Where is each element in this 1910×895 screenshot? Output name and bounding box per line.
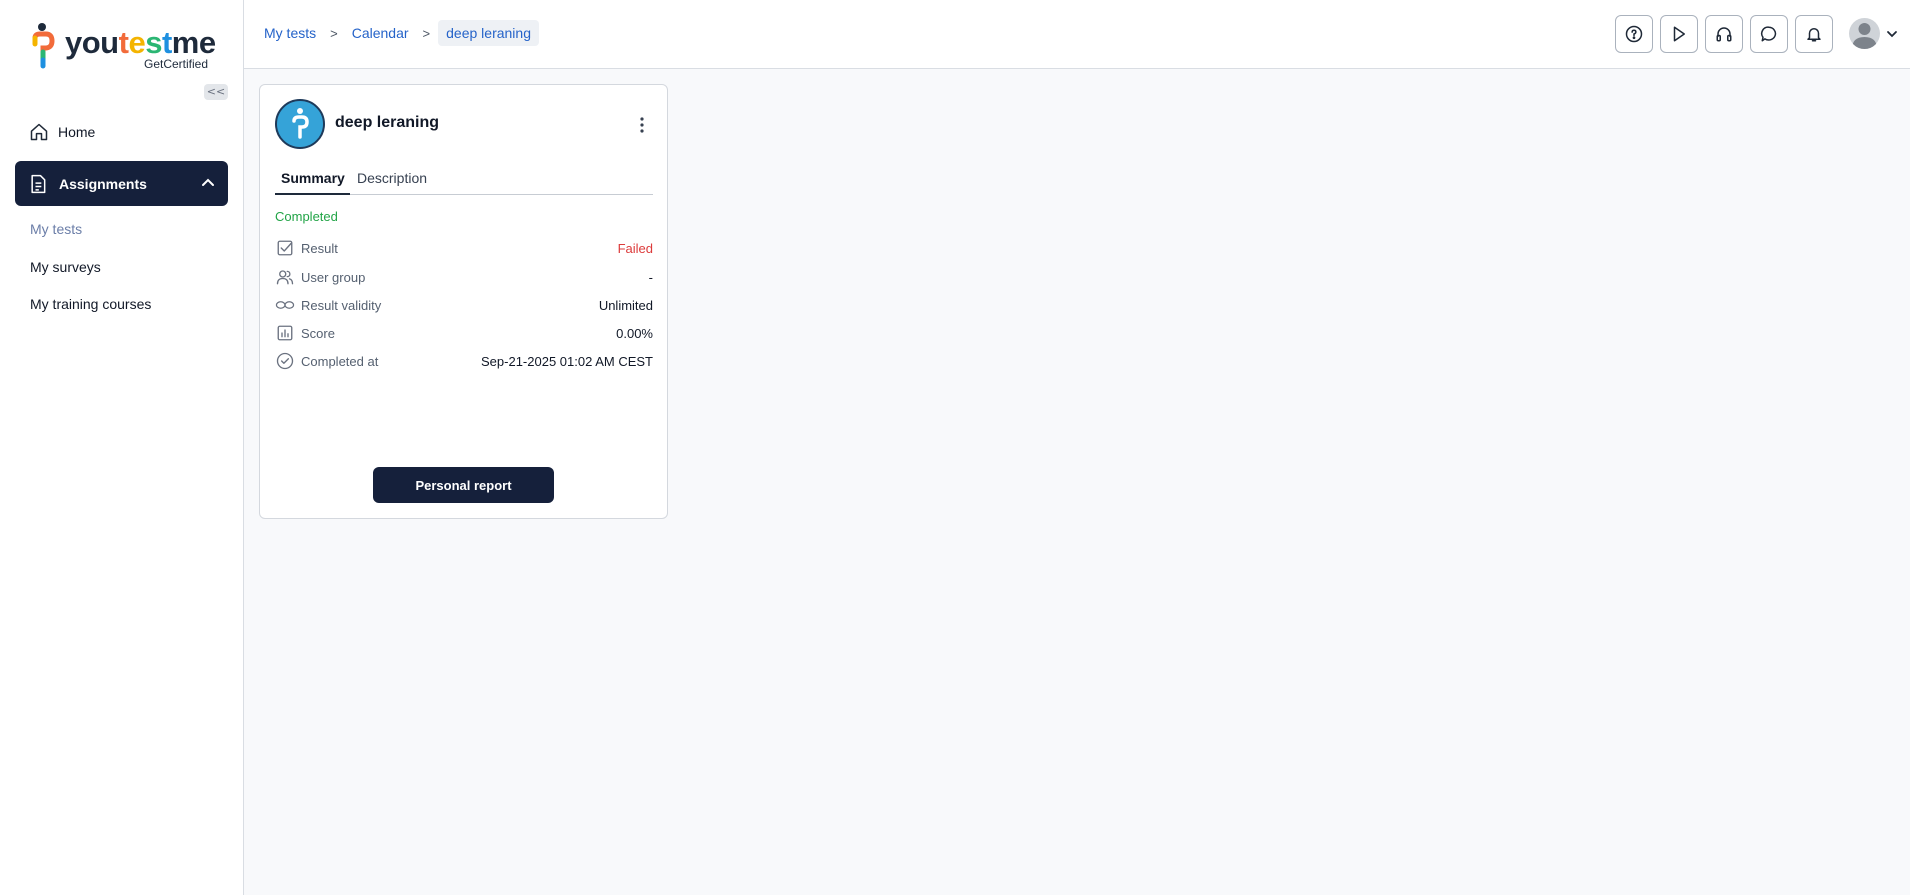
chevron-up-icon[interactable]	[200, 175, 216, 191]
info-key: Completed at	[301, 353, 379, 369]
logo-part-you: you	[65, 25, 119, 60]
avatar[interactable]	[1849, 18, 1880, 49]
sidebar-item-home[interactable]: Home	[15, 117, 228, 147]
completed-at-value: Sep-21-2025 01:02 AM CEST	[481, 353, 653, 369]
sidebar-item-label: Assignments	[59, 175, 147, 192]
home-icon	[30, 123, 48, 141]
user-avatar-icon	[1852, 23, 1877, 49]
logo-part-t2: t	[161, 25, 172, 60]
logo-part-e: e	[128, 25, 146, 60]
info-row-score: Score 0.00%	[275, 322, 653, 344]
info-row-completed-at: Completed at Sep-21-2025 01:02 AM CEST	[275, 350, 653, 372]
collapse-sidebar-button[interactable]: <<	[204, 84, 228, 100]
breadcrumb-current[interactable]: deep leraning	[438, 20, 539, 46]
play-icon	[1673, 26, 1685, 42]
card-tabs: Summary Description	[275, 162, 653, 195]
logo-mark-icon	[32, 23, 55, 69]
person-logo-icon	[292, 108, 309, 139]
active-tab-indicator	[275, 193, 350, 195]
test-title: deep leraning	[335, 114, 440, 131]
user-group-value: -	[648, 269, 653, 285]
info-key: User group	[301, 269, 366, 285]
breadcrumb-separator: >	[330, 25, 338, 41]
document-icon	[31, 174, 46, 193]
bell-icon	[1807, 28, 1821, 42]
result-validity-value: Unlimited	[598, 297, 653, 313]
sidebar-item-my-tests[interactable]: My tests	[30, 221, 82, 237]
sidebar: youtestme GetCertified << Home Assignmen…	[0, 0, 244, 895]
logo-part-t: t	[118, 25, 129, 60]
chat-button[interactable]	[1750, 15, 1788, 53]
breadcrumb-my-tests[interactable]: My tests	[258, 25, 322, 41]
check-circle-icon	[275, 351, 295, 371]
top-bar: My tests > Calendar > deep leraning	[244, 0, 1910, 69]
status-label: Completed	[275, 209, 338, 224]
chat-icon	[1760, 26, 1777, 42]
info-key: Score	[301, 325, 335, 341]
support-button[interactable]	[1705, 15, 1743, 53]
info-row-result: Result Failed	[275, 237, 653, 259]
sidebar-item-assignments[interactable]: Assignments	[15, 161, 228, 206]
tab-summary[interactable]: Summary	[281, 170, 345, 186]
users-icon	[275, 267, 295, 287]
info-row-result-validity: Result validity Unlimited	[275, 294, 653, 316]
more-options-icon[interactable]	[637, 116, 647, 134]
sidebar-item-my-training-courses[interactable]: My training courses	[30, 296, 151, 312]
logo-part-s: s	[145, 25, 162, 60]
test-summary-card: deep leraning Summary Description Comple…	[259, 84, 668, 519]
logo-wordmark: youtestme	[65, 26, 216, 60]
tab-description[interactable]: Description	[357, 170, 427, 186]
bar-chart-icon	[275, 323, 295, 343]
checkbox-icon	[275, 238, 295, 258]
play-button[interactable]	[1660, 15, 1698, 53]
chevron-down-icon[interactable]	[1886, 28, 1898, 40]
youtestme-logo[interactable]: youtestme GetCertified	[31, 22, 216, 74]
score-value: 0.00%	[616, 325, 653, 341]
logo-part-me: me	[171, 25, 216, 60]
help-button[interactable]	[1615, 15, 1653, 53]
help-icon	[1625, 25, 1643, 43]
breadcrumb: My tests > Calendar > deep leraning	[258, 19, 539, 47]
info-row-user-group: User group -	[275, 266, 653, 288]
info-key: Result validity	[301, 297, 382, 313]
breadcrumb-calendar[interactable]: Calendar	[346, 25, 415, 41]
infinity-icon	[275, 295, 295, 315]
logo-tagline: GetCertified	[144, 57, 209, 71]
notifications-button[interactable]	[1795, 15, 1833, 53]
result-value: Failed	[617, 240, 653, 256]
headset-icon	[1716, 27, 1732, 42]
info-key: Result	[301, 240, 338, 256]
sidebar-item-my-surveys[interactable]: My surveys	[30, 259, 101, 275]
sidebar-item-label: Home	[58, 124, 96, 140]
breadcrumb-separator: >	[422, 25, 431, 41]
personal-report-button[interactable]: Personal report	[373, 467, 554, 503]
test-icon	[275, 99, 325, 149]
